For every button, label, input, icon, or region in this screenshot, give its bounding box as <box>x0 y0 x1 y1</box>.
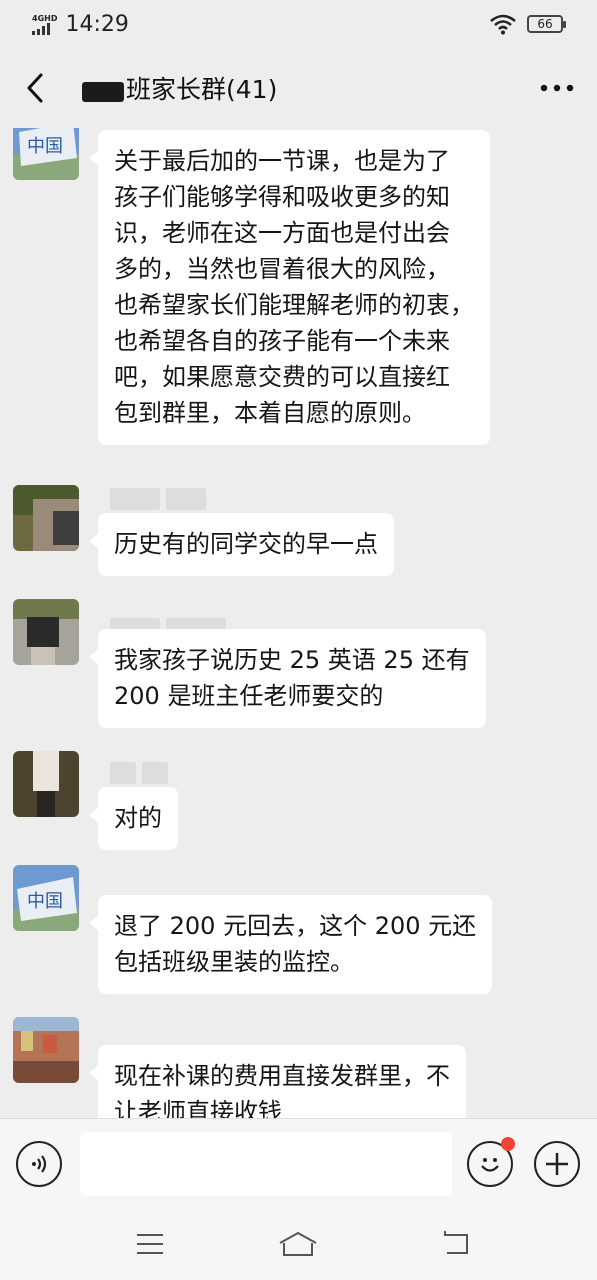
chat-header: 班家长群(41) <box>0 48 597 128</box>
redacted-title-block <box>82 82 124 102</box>
more-button[interactable] <box>517 48 597 128</box>
add-button[interactable] <box>534 1141 580 1187</box>
system-navigation-bar <box>0 1208 597 1280</box>
message-bubble[interactable]: 对的 <box>89 787 178 850</box>
cellular-signal-icon: 4GHD <box>32 14 57 35</box>
system-back-button[interactable] <box>434 1222 478 1266</box>
home-icon <box>279 1231 317 1256</box>
town-avatar[interactable] <box>13 1017 79 1083</box>
message-bubble[interactable]: 我家孩子说历史 25 英语 25 还有 200 是班主任老师要交的 <box>89 629 486 728</box>
battery-level: 66 <box>537 17 553 31</box>
message-input[interactable] <box>80 1132 452 1196</box>
status-bar: 4GHD 14:29 66 <box>0 0 597 48</box>
voice-icon <box>32 1155 47 1173</box>
chevron-left-icon <box>27 73 43 103</box>
menu-icon <box>137 1234 163 1254</box>
status-time: 14:29 <box>65 11 129 37</box>
sender-name-redacted <box>110 761 168 785</box>
person-avatar[interactable] <box>13 751 79 817</box>
person-avatar[interactable] <box>13 485 79 551</box>
message-bubble[interactable]: 关于最后加的一节课，也是为了 孩子们能够学得和吸收更多的知 识，老师在这一方面也… <box>89 130 490 445</box>
svg-text:中国: 中国 <box>27 136 63 157</box>
message-list[interactable]: 中国 关于最后加的一节课，也是为了 孩子们能够学得和吸收更多的知 识，老师在这一… <box>0 128 597 1118</box>
voice-button[interactable] <box>16 1141 62 1187</box>
back-icon <box>444 1231 468 1254</box>
home-button[interactable] <box>276 1222 320 1266</box>
chat-title: 班家长群(41) <box>126 75 278 104</box>
back-button[interactable] <box>0 48 70 128</box>
message-bubble[interactable]: 历史有的同学交的早一点 <box>89 513 394 576</box>
sender-name-redacted <box>110 487 206 511</box>
sign-avatar[interactable]: 中国 <box>13 128 79 180</box>
network-type: 4GHD <box>32 13 58 23</box>
person-avatar[interactable] <box>13 599 79 665</box>
menu-button[interactable] <box>128 1222 172 1266</box>
message-bubble[interactable]: 现在补课的费用直接发群里，不 让老师直接收钱 <box>89 1045 466 1118</box>
wifi-icon <box>490 14 516 35</box>
chat-input-bar <box>0 1118 597 1208</box>
svg-text:中国: 中国 <box>27 891 63 912</box>
sign-avatar[interactable]: 中国 <box>13 865 79 931</box>
plus-icon <box>546 1153 568 1175</box>
more-horizontal-icon <box>540 84 574 92</box>
notification-badge <box>501 1137 515 1151</box>
battery-icon: 66 <box>527 15 566 33</box>
message-bubble[interactable]: 退了 200 元回去，这个 200 元还 包括班级里装的监控。 <box>88 895 493 994</box>
emoji-icon <box>481 1158 499 1172</box>
